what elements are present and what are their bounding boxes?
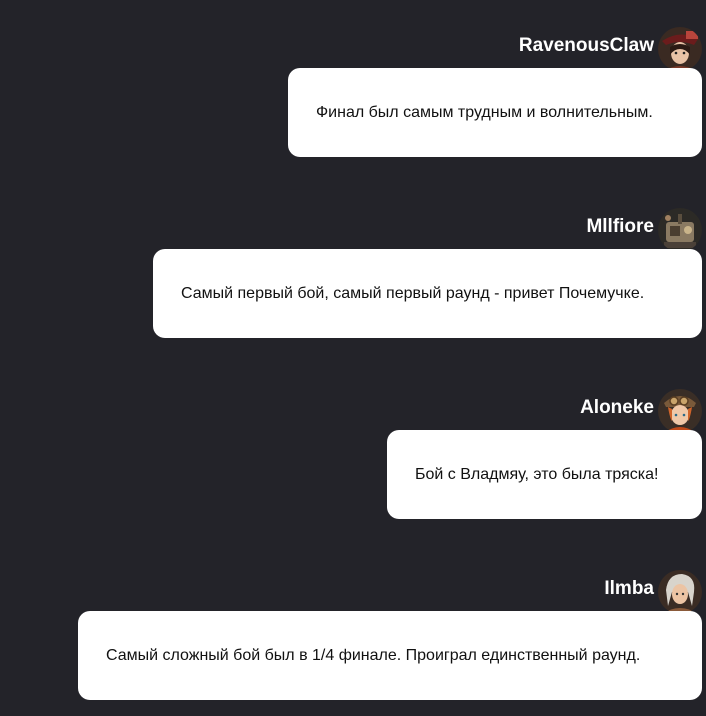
avatar-machine-icon[interactable]: [658, 208, 702, 252]
message-header: RavenousClaw: [519, 24, 702, 71]
message-bubble: Самый сложный бой был в 1/4 финале. Прои…: [78, 611, 702, 700]
chat-message: RavenousClaw Финал был самым трудным и в…: [288, 24, 702, 157]
avatar-goggles-icon[interactable]: [658, 389, 702, 433]
message-bubble: Финал был самым трудным и волнительным.: [288, 68, 702, 157]
author-name[interactable]: Ilmba: [604, 578, 654, 600]
chat-feed: RavenousClaw Финал был самым трудным и в…: [0, 0, 706, 716]
avatar-hat-girl-icon[interactable]: [658, 27, 702, 71]
chat-message: Aloneke Бой с Владмяу, это была тряска!: [387, 386, 702, 519]
author-name[interactable]: Mllfiore: [586, 216, 654, 238]
message-header: Mllfiore: [586, 205, 702, 252]
chat-message: Ilmba Самый сложный бой был в 1/4 финале…: [78, 567, 702, 700]
message-text: Финал был самым трудным и волнительным.: [316, 103, 653, 121]
message-bubble: Бой с Владмяу, это была тряска!: [387, 430, 702, 519]
message-text: Самый сложный бой был в 1/4 финале. Прои…: [106, 646, 641, 664]
message-bubble: Самый первый бой, самый первый раунд - п…: [153, 249, 702, 338]
message-text: Бой с Владмяу, это была тряска!: [415, 465, 659, 483]
message-header: Ilmba: [604, 567, 702, 614]
chat-message: Mllfiore Самый первый бой, самый первый …: [153, 205, 702, 338]
author-name[interactable]: RavenousClaw: [519, 35, 654, 57]
author-name[interactable]: Aloneke: [580, 397, 654, 419]
message-text: Самый первый бой, самый первый раунд - п…: [181, 284, 645, 302]
avatar-white-hair-icon[interactable]: [658, 570, 702, 614]
message-header: Aloneke: [580, 386, 702, 433]
